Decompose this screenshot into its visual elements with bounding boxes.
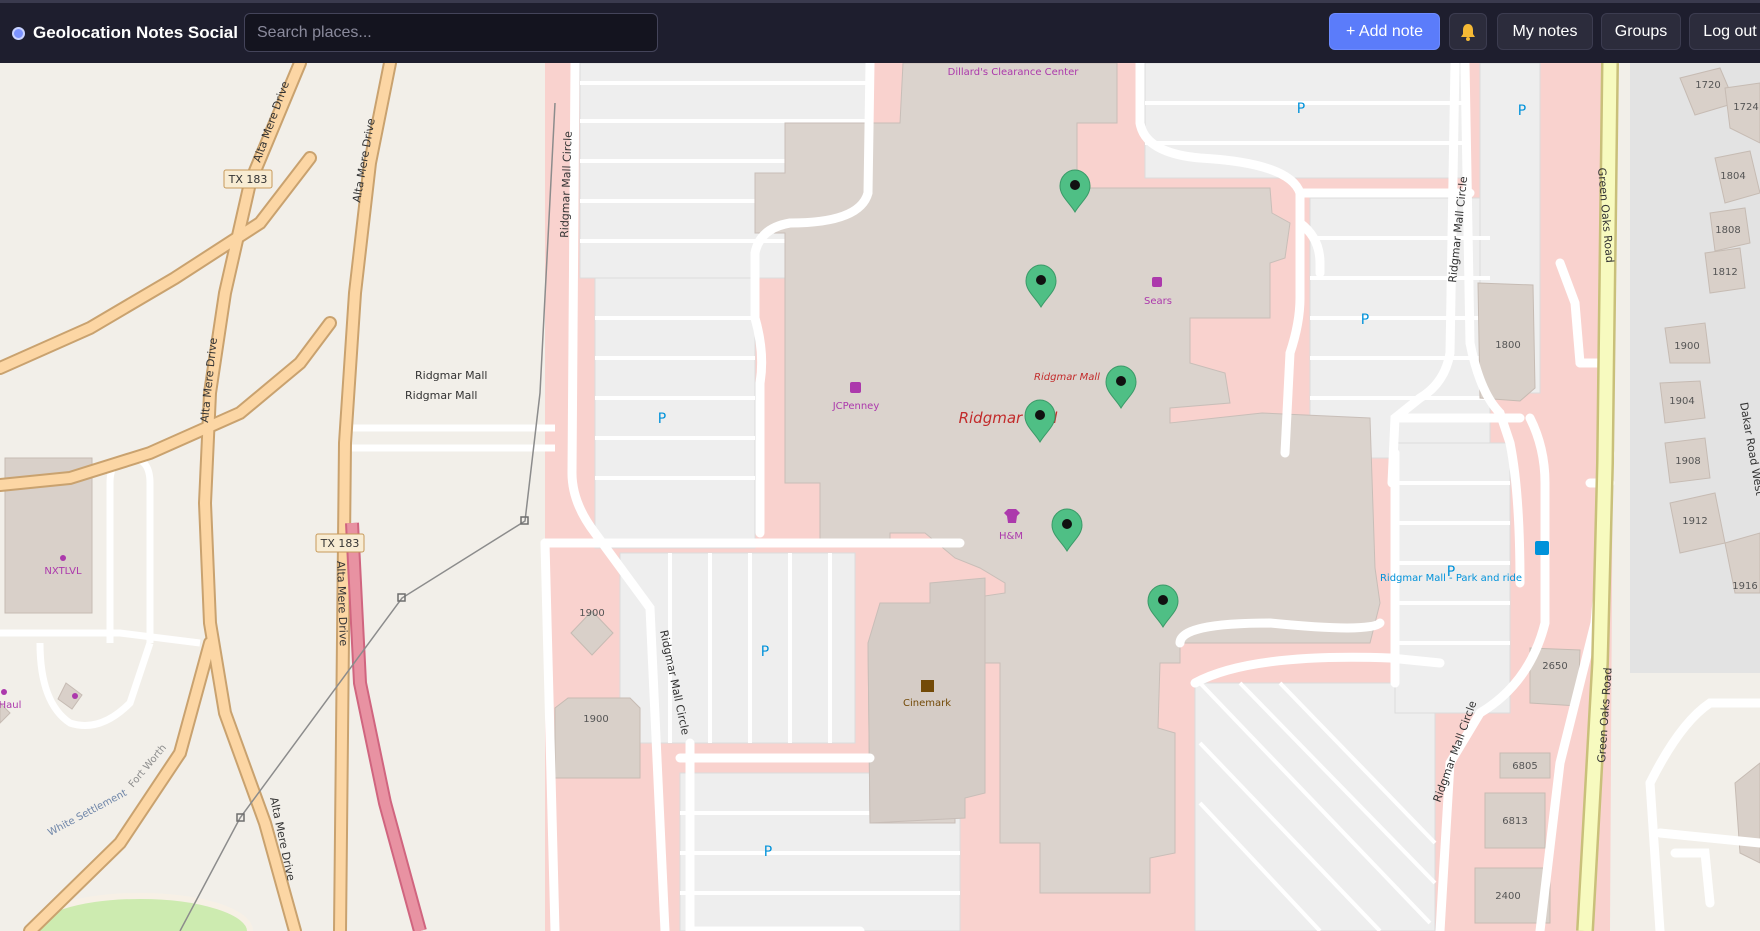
house-number: 1720 [1695,80,1720,91]
tx183-label-1: TX 183 [228,173,268,186]
map-view[interactable]: TX 183 TX 183 Alta Mere Drive Alta Mere … [0,63,1760,931]
bell-icon [1461,23,1475,41]
house-number: 1900 [1674,341,1699,352]
sears-label: Sears [1144,296,1172,307]
ridgmar-mall-west-label: Ridgmar Mall [415,369,487,382]
house-number: 1908 [1675,456,1700,467]
house-number: 1900 [579,608,604,619]
jcpenney-label: JCPenney [832,401,880,412]
my-notes-button[interactable]: My notes [1497,13,1593,50]
add-note-button[interactable]: + Add note [1329,13,1440,50]
tx183-shield-2: TX 183 [315,533,365,553]
house-number: 1800 [1495,340,1520,351]
tx183-shield-1: TX 183 [223,169,273,189]
notifications-button[interactable] [1449,13,1487,50]
nxtlvl-dot-icon [60,555,66,561]
nxtlvl-label: NXTLVL [44,566,82,577]
house-number: 1812 [1712,267,1737,278]
house-number: 1916 [1732,581,1757,592]
house-number: 1808 [1715,225,1740,236]
parking-symbol: P [1518,103,1526,119]
ridgmar-mall-east-label: Ridgmar Mall [405,389,477,402]
search-input[interactable] [244,13,658,52]
map-pin-dot [1035,410,1045,420]
map-pin-dot [1158,595,1168,605]
tx183-label-2: TX 183 [320,537,360,550]
app-logo-icon [12,26,25,40]
parking-symbol: P [1297,101,1305,117]
logout-button[interactable]: Log out [1689,13,1760,50]
house-number: 2650 [1542,661,1567,672]
parking-symbol: P [764,844,772,860]
parking-symbol: P [658,411,666,427]
house-number: 6805 [1512,761,1537,772]
parking-symbol: P [1361,312,1369,328]
shop-dot-icon [72,693,78,699]
groups-button[interactable]: Groups [1601,13,1681,50]
house-number: 1912 [1682,516,1707,527]
parking-symbol: P [761,644,769,660]
cinemark-label: Cinemark [903,698,951,709]
house-number: 1904 [1669,396,1694,407]
map-canvas[interactable]: TX 183 TX 183 Alta Mere Drive Alta Mere … [0,63,1760,931]
map-pin-dot [1116,376,1126,386]
top-bar: Geolocation Notes Social + Add note My n… [0,0,1760,63]
ridgmar-mall-small-label: Ridgmar Mall [1034,372,1100,383]
house-number: 1900 [583,714,608,725]
app-brand[interactable]: Geolocation Notes Social [12,3,238,63]
map-pin-dot [1070,180,1080,190]
uhaul-label: Haul [0,700,21,711]
house-number: 6813 [1502,816,1527,827]
uhaul-dot-icon [1,689,7,695]
map-pin-dot [1036,275,1046,285]
parking-symbol: P [1447,564,1455,580]
house-number: 1724 [1733,102,1758,113]
sears-shop-icon [1152,277,1162,287]
dillards-label: Dillard's Clearance Center [948,67,1080,78]
house-number: 2400 [1495,891,1520,902]
house-number: 1804 [1720,171,1745,182]
app-title: Geolocation Notes Social [33,23,238,42]
hm-label: H&M [999,531,1023,542]
cinema-icon [921,680,934,692]
map-pin-dot [1062,519,1072,529]
bus-stop-icon [1535,541,1549,555]
jcpenney-shop-icon [850,382,861,393]
